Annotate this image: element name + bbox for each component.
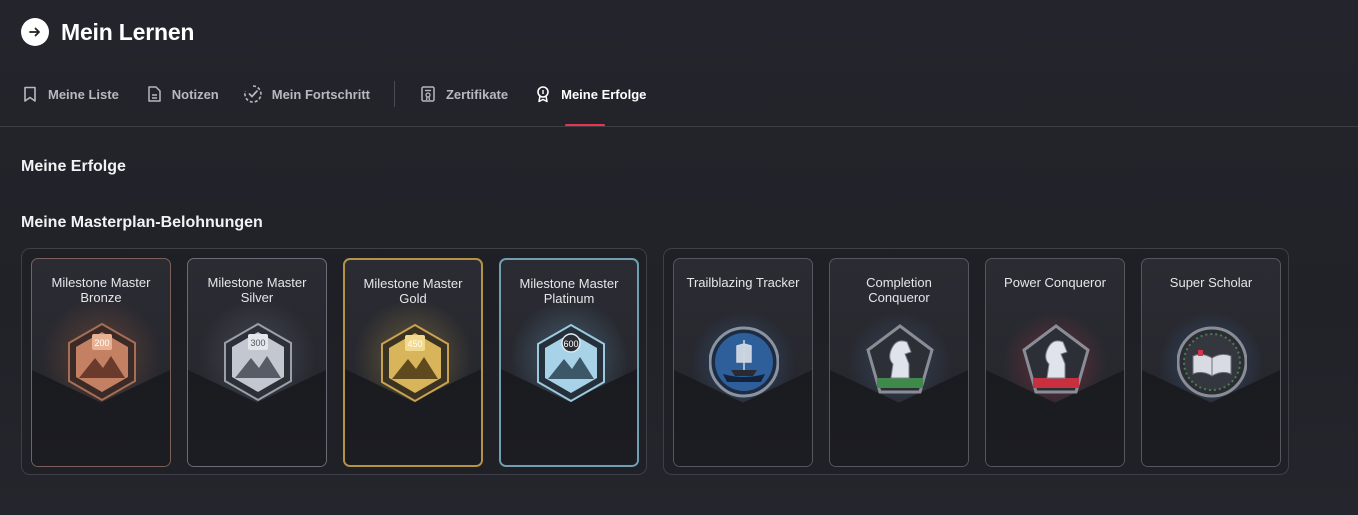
- tab-bar: Meine Liste Notizen Mein Fortschritt Zer…: [21, 81, 646, 107]
- milestone-value: 300: [250, 338, 265, 348]
- milestone-card-platinum[interactable]: Milestone Master Platinum 600: [499, 258, 639, 467]
- milestone-group: Milestone Master Bronze 200 Milestone Ma…: [21, 248, 647, 475]
- milestone-card-gold[interactable]: Milestone Master Gold 450: [343, 258, 483, 467]
- tab-notizen[interactable]: Notizen: [145, 85, 219, 103]
- reward-card-super-scholar[interactable]: Super Scholar: [1141, 258, 1281, 467]
- badge-title: Trailblazing Tracker: [686, 275, 800, 290]
- badge-title: Milestone Master Bronze: [51, 275, 151, 305]
- mountain-badge-icon: 200: [68, 322, 136, 402]
- note-icon: [148, 86, 161, 102]
- badge-title: Milestone Master Silver: [207, 275, 307, 305]
- award-icon: [537, 86, 549, 103]
- badge-title: Power Conqueror: [1004, 275, 1106, 290]
- reward-card-trailblazing-tracker[interactable]: Trailblazing Tracker: [673, 258, 813, 467]
- mountain-badge-icon: 450: [381, 323, 449, 403]
- tab-meine-liste[interactable]: Meine Liste: [21, 85, 119, 103]
- section-title-masterplan: Meine Masterplan-Belohnungen: [21, 214, 263, 231]
- section-title-achievements: Meine Erfolge: [21, 158, 126, 175]
- bookmark-icon: [24, 86, 36, 102]
- arrow-right-icon[interactable]: [21, 18, 49, 46]
- tab-label: Mein Fortschritt: [271, 86, 370, 102]
- tab-zertifikate[interactable]: Zertifikate: [419, 85, 508, 103]
- badge-title: Completion Conqueror: [866, 275, 932, 305]
- milestone-card-bronze[interactable]: Milestone Master Bronze 200: [31, 258, 171, 467]
- mountain-badge-icon: 300: [224, 322, 292, 402]
- reward-group: Trailblazing Tracker Completion Conquero…: [663, 248, 1289, 475]
- tab-label: Notizen: [171, 86, 219, 102]
- tab-meine-erfolge[interactable]: Meine Erfolge: [534, 85, 646, 103]
- badge-title: Milestone Master Platinum: [519, 276, 619, 306]
- divider: [0, 126, 1358, 127]
- milestone-value: 600: [563, 339, 578, 349]
- tab-divider: [393, 81, 395, 107]
- reward-card-completion-conqueror[interactable]: Completion Conqueror: [829, 258, 969, 467]
- milestone-card-silver[interactable]: Milestone Master Silver 300: [187, 258, 327, 467]
- ship-icon: [709, 326, 779, 398]
- page-title: Mein Lernen: [61, 18, 195, 45]
- certificate-icon: [421, 86, 435, 102]
- milestone-value: 450: [407, 339, 422, 349]
- tab-label: Zertifikate: [445, 86, 509, 102]
- book-icon: [1177, 326, 1247, 398]
- tab-label: Meine Liste: [48, 86, 119, 102]
- progress-check-icon: [243, 85, 262, 103]
- milestone-value: 200: [94, 338, 109, 348]
- mountain-badge-icon: 600: [537, 323, 605, 403]
- badge-title: Milestone Master Gold: [363, 276, 463, 306]
- badge-title: Super Scholar: [1169, 275, 1253, 290]
- page-header: Mein Lernen: [21, 18, 194, 46]
- tab-mein-fortschritt[interactable]: Mein Fortschritt: [243, 84, 370, 104]
- chess-knight-icon: [1022, 324, 1090, 394]
- reward-card-power-conqueror[interactable]: Power Conqueror: [985, 258, 1125, 467]
- tab-label: Meine Erfolge: [561, 86, 647, 102]
- chess-knight-icon: [866, 324, 934, 394]
